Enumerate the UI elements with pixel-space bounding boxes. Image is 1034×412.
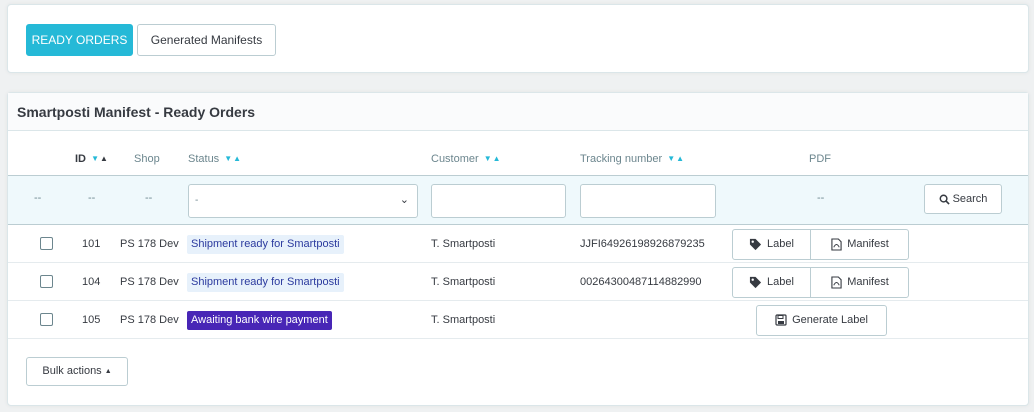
ready-orders-panel: Smartposti Manifest - Ready Orders ID ▼▲… [7,92,1029,406]
chevron-down-icon: ⌄ [399,194,409,206]
status-badge: Shipment ready for Smartposti [187,235,344,254]
panel-title: Smartposti Manifest - Ready Orders [8,93,1028,131]
filter-row: -- -- -- - ⌄ -- Search [8,175,1028,225]
row-shop: PS 178 Dev [120,314,179,326]
status-filter-value: - [195,195,199,206]
header-customer-label: Customer [431,153,479,165]
row-checkbox[interactable] [40,237,53,250]
header-id-label: ID [75,153,86,165]
pdf-file-icon [831,276,842,289]
pdf-file-icon [831,238,842,251]
header-status[interactable]: Status ▼▲ [188,153,242,165]
search-button[interactable]: Search [924,184,1002,214]
floppy-disk-icon [775,314,787,326]
header-pdf: PDF [809,153,831,165]
table-row: 105 PS 178 Dev Awaiting bank wire paymen… [8,302,1028,339]
table-row: 101 PS 178 Dev Shipment ready for Smartp… [8,226,1028,263]
filter-placeholder-id: -- [88,192,96,204]
header-status-label: Status [188,153,220,165]
status-badge: Awaiting bank wire payment [187,311,332,330]
manifest-button[interactable]: Manifest [811,268,909,297]
tabs-panel: READY ORDERS Generated Manifests [7,4,1029,73]
row-tracking: 00264300487114882990 [580,276,702,288]
header-tracking[interactable]: Tracking number ▼▲ [580,153,685,165]
header-tracking-label: Tracking number [580,153,663,165]
pdf-button-group: Label Manifest [732,267,909,298]
header-customer[interactable]: Customer ▼▲ [431,153,502,165]
manifest-button-text: Manifest [847,276,889,288]
bulk-actions-button[interactable]: Bulk actions ▲ [26,357,128,386]
sort-arrows-icon[interactable]: ▼▲ [667,154,685,163]
label-button-text: Label [767,238,794,250]
row-shop: PS 178 Dev [120,276,179,288]
header-id[interactable]: ID ▼▲ [75,153,109,165]
search-icon [939,194,950,205]
filter-placeholder-checkbox: -- [34,192,42,204]
row-checkbox[interactable] [40,275,53,288]
tag-icon [749,276,762,288]
label-button[interactable]: Label [733,268,810,297]
manifest-button[interactable]: Manifest [811,230,909,259]
status-filter-select[interactable]: - ⌄ [188,184,418,218]
caret-up-icon: ▲ [104,368,112,375]
row-customer: T. Smartposti [431,276,496,288]
row-checkbox[interactable] [40,313,53,326]
row-shop: PS 178 Dev [120,238,179,250]
header-shop: Shop [134,153,160,165]
row-customer: T. Smartposti [431,238,496,250]
sort-arrows-icon[interactable]: ▼▲ [484,154,502,163]
pdf-button-group: Label Manifest [732,229,909,260]
manifest-button-text: Manifest [847,238,889,250]
tab-generated-manifests[interactable]: Generated Manifests [137,24,276,56]
filter-placeholder-pdf: -- [817,192,825,204]
filter-placeholder-shop: -- [145,192,153,204]
generate-label-button[interactable]: Generate Label [756,305,887,336]
bulk-actions-label: Bulk actions [42,365,102,377]
label-button-text: Label [767,276,794,288]
row-tracking: JJFI64926198926879235 [580,238,705,250]
row-id: 101 [82,238,101,250]
table-row: 104 PS 178 Dev Shipment ready for Smartp… [8,264,1028,301]
tag-icon [749,238,762,250]
generate-label-text: Generate Label [792,314,868,326]
row-id: 104 [82,276,101,288]
tab-ready-orders[interactable]: READY ORDERS [26,24,133,56]
row-customer: T. Smartposti [431,314,496,326]
label-button[interactable]: Label [733,230,810,259]
search-button-label: Search [952,193,988,205]
sort-arrows-icon[interactable]: ▼▲ [224,154,242,163]
status-badge: Shipment ready for Smartposti [187,273,344,292]
row-id: 105 [82,314,101,326]
tracking-filter-input[interactable] [580,184,716,218]
customer-filter-input[interactable] [431,184,566,218]
sort-arrows-icon[interactable]: ▼▲ [91,154,109,163]
